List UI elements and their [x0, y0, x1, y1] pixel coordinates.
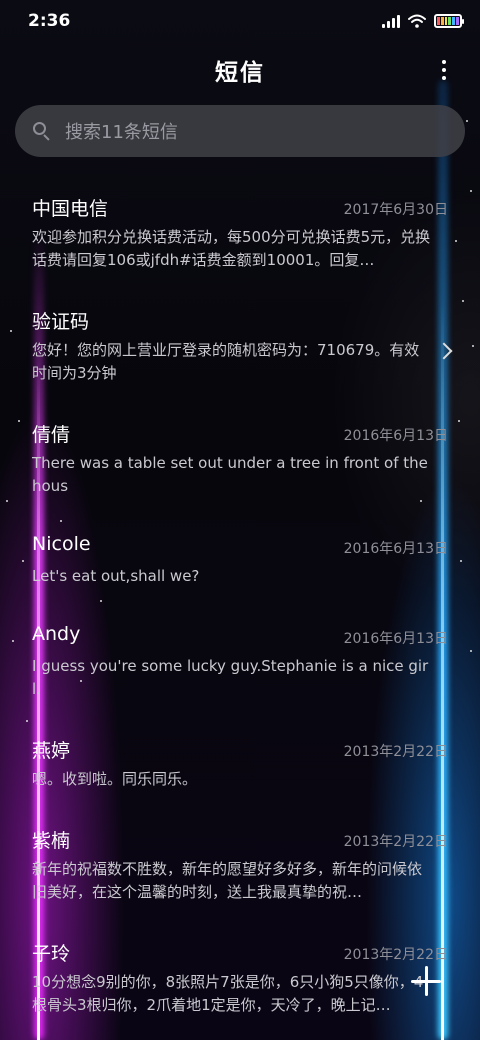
conversation-preview: There was a table set out under a tree i…: [32, 454, 428, 495]
status-icons: [382, 14, 464, 28]
wifi-icon: [408, 14, 426, 28]
conversation-name: 验证码: [32, 311, 90, 333]
conversation-date: 2013年2月22日: [343, 744, 448, 760]
conversation-date: 2016年6月13日: [343, 428, 448, 444]
conversation-name: 倩倩: [32, 424, 71, 446]
conversation-item[interactable]: Nicole 2016年6月13日 Let's eat out,shall we…: [0, 519, 480, 619]
chevron-right-icon[interactable]: [435, 342, 453, 360]
conversation-name: 中国电信: [32, 198, 109, 220]
conversation-item[interactable]: 紫楠 2013年2月22日 新年的祝福数不胜数，新年的愿望好多好多，新年的问候依…: [0, 812, 480, 912]
conversation-preview: 嗯。收到啦。同乐同乐。: [32, 770, 198, 788]
conversation-preview: 新年的祝福数不胜数，新年的愿望好多好多，新年的问候依旧美好，在这个温馨的时刻，送…: [32, 860, 423, 901]
page-title: 短信: [215, 60, 265, 86]
battery-icon: [434, 14, 464, 28]
conversation-name: Nicole: [32, 533, 91, 555]
conversation-name: 子玲: [32, 943, 71, 965]
conversation-name: 燕婷: [32, 740, 71, 762]
conversation-date: 2016年6月13日: [343, 631, 448, 647]
status-time: 2:36: [28, 11, 71, 31]
conversation-item[interactable]: 中国电信 2017年6月30日 欢迎参加积分兑换话费活动，每500分可兑换话费5…: [0, 180, 480, 280]
conversation-date: 2017年6月30日: [343, 202, 448, 218]
signal-icon: [382, 14, 400, 28]
battery-segment: [452, 17, 456, 25]
more-vertical-icon[interactable]: [436, 58, 452, 82]
conversation-preview: 10分想念9别的你，8张照片7张是你，6只小狗5只像你，4根骨头3根归你，2爪着…: [32, 973, 424, 1014]
conversation-date: 2013年2月22日: [343, 834, 448, 850]
battery-segment: [440, 17, 444, 25]
conversation-item[interactable]: 燕婷 2013年2月22日 嗯。收到啦。同乐同乐。: [0, 722, 480, 822]
conversation-preview: Let's eat out,shall we?: [32, 567, 200, 585]
conversation-date: 2016年6月13日: [343, 541, 448, 557]
new-message-button[interactable]: [405, 960, 447, 1002]
battery-segment: [456, 17, 459, 25]
conversation-item[interactable]: 验证码 您好！您的网上营业厅登录的随机密码为：710679。有效时间为3分钟: [0, 293, 480, 393]
status-bar: 2:36: [0, 0, 480, 42]
star: [466, 120, 468, 122]
battery-segment: [437, 17, 440, 25]
conversation-name: Andy: [32, 623, 81, 645]
battery-segment: [448, 17, 452, 25]
search-placeholder: 搜索11条短信: [65, 122, 178, 143]
conversation-preview: 您好！您的网上营业厅登录的随机密码为：710679。有效时间为3分钟: [32, 341, 420, 382]
app-header: 短信: [0, 50, 480, 90]
conversation-preview: 欢迎参加积分兑换话费活动，每500分可兑换话费5元，兑换话费请回复106或jfd…: [32, 228, 431, 269]
battery-segment: [444, 17, 448, 25]
search-input[interactable]: 搜索11条短信: [15, 105, 465, 157]
conversation-item[interactable]: Andy 2016年6月13日 I guess you're some luck…: [0, 609, 480, 709]
conversation-name: 紫楠: [32, 830, 71, 852]
conversation-item[interactable]: 倩倩 2016年6月13日 There was a table set out …: [0, 406, 480, 506]
conversation-preview: I guess you're some lucky guy.Stephanie …: [32, 657, 429, 698]
search-icon: [33, 122, 51, 141]
